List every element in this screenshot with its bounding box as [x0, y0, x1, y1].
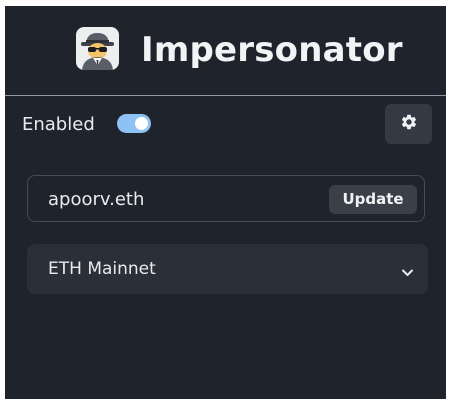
app-window: Impersonator Enabled Update ETH Mainnet	[5, 6, 446, 399]
address-input[interactable]	[48, 186, 318, 212]
app-title: Impersonator	[141, 30, 403, 70]
toggle-knob	[135, 117, 148, 130]
network-selected-label: ETH Mainnet	[48, 259, 156, 279]
gear-icon	[400, 113, 418, 135]
network-select[interactable]: ETH Mainnet	[27, 244, 428, 294]
update-button[interactable]: Update	[329, 185, 417, 214]
chevron-down-icon	[401, 263, 414, 276]
address-field: Update	[27, 175, 425, 222]
header: Impersonator	[5, 6, 446, 96]
settings-button[interactable]	[385, 104, 432, 144]
spy-icon	[76, 27, 119, 70]
enabled-label: Enabled	[22, 114, 95, 135]
enabled-toggle[interactable]	[117, 114, 151, 133]
